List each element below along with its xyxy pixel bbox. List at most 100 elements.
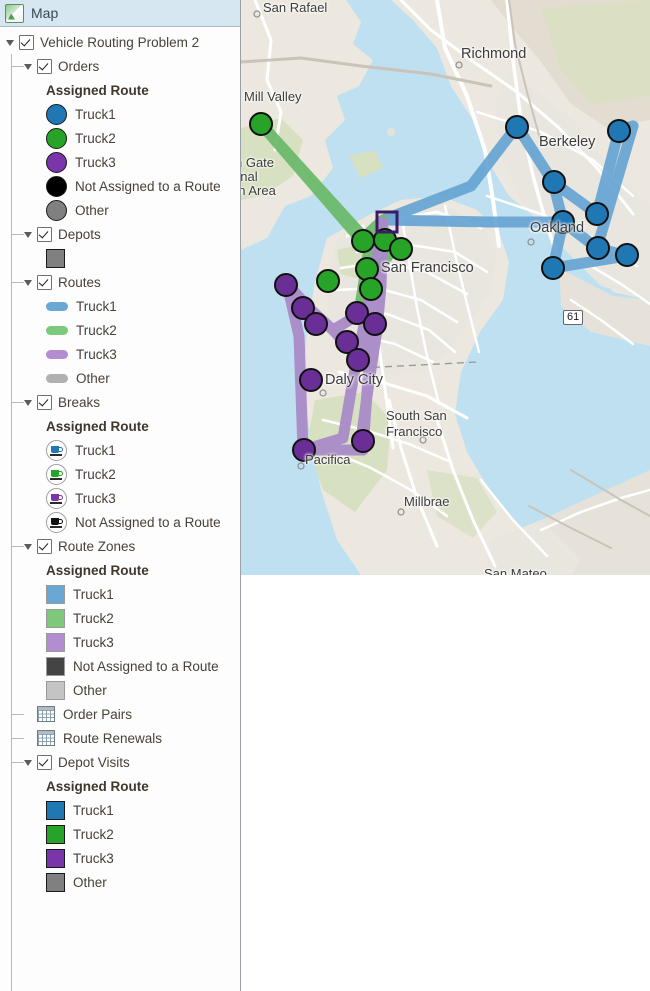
chevron-down-icon[interactable] [24,758,33,767]
route-renewals-label: Route Renewals [63,730,163,746]
depot-visits-group-label: Assigned Route [46,778,149,794]
legend-square-swatch [46,824,65,844]
map-tab[interactable]: Map [0,0,240,27]
orders-group-label: Assigned Route [46,82,149,98]
root-checkbox[interactable] [19,34,34,50]
breaks-legend-item[interactable]: Not Assigned to a Route [0,510,240,534]
tree-item-depot-visits[interactable]: Depot Visits [0,750,240,774]
orders-legend-item[interactable]: Other [0,198,240,222]
route-zones-legend-item[interactable]: Truck2 [0,606,240,630]
tree-item-depots[interactable]: Depots [0,222,240,246]
breaks-legend-item[interactable]: Truck3 [0,486,240,510]
routes-legend-item[interactable]: Truck1 [0,294,240,318]
depots-label: Depots [58,226,101,242]
breaks-legend-item[interactable]: Truck1 [0,438,240,462]
legend-zone-swatch [46,656,65,676]
depot-visits-legend-label: Other [73,874,107,890]
orders-legend-item[interactable]: Truck2 [0,126,240,150]
map-icon [5,3,24,23]
legend-square-swatch [46,248,65,268]
breaks-legend-item[interactable]: Truck2 [0,462,240,486]
breaks-legend-label: Truck1 [75,442,116,458]
tree-item-orders[interactable]: Orders [0,54,240,78]
depot-visits-group-header: Assigned Route [0,774,240,798]
table-icon [37,730,55,746]
depot-visits-checkbox[interactable] [37,754,52,770]
tree-item-breaks[interactable]: Breaks [0,390,240,414]
map-place-label: Oakland [530,220,585,236]
depot-visits-legend-item[interactable]: Truck2 [0,822,240,846]
route-zones-legend-label: Truck1 [73,586,114,602]
orders-legend-label: Not Assigned to a Route [75,178,221,194]
root-label: Vehicle Routing Problem 2 [40,34,200,50]
map-graphics [241,0,650,575]
tree-connector-line [11,282,24,283]
depot-visits-legend-item[interactable]: Other [0,870,240,894]
chevron-down-icon[interactable] [24,278,33,287]
tree-item-route-zones[interactable]: Route Zones [0,534,240,558]
routes-legend-item[interactable]: Truck2 [0,318,240,342]
tree-item-route-renewals[interactable]: Route Renewals [0,726,240,750]
route-zones-legend-label: Not Assigned to a Route [73,658,219,674]
map-place-label: onal [241,169,258,184]
route-zones-group-label: Assigned Route [46,562,149,578]
table-icon [37,706,55,722]
route-zones-group-header: Assigned Route [0,558,240,582]
chevron-down-icon[interactable] [6,38,15,47]
chevron-down-icon[interactable] [24,230,33,239]
orders-legend-item[interactable]: Truck3 [0,150,240,174]
routes-legend-item[interactable]: Other [0,366,240,390]
routes-checkbox[interactable] [37,274,52,290]
legend-circle-swatch [46,151,67,173]
depot-visits-legend-item[interactable]: Truck3 [0,846,240,870]
orders-legend-item[interactable]: Truck1 [0,102,240,126]
breaks-legend-label: Not Assigned to a Route [75,514,221,530]
depots-checkbox[interactable] [37,226,52,242]
map-tab-label: Map [31,5,59,21]
tree-item-order-pairs[interactable]: Order Pairs [0,702,240,726]
depot-visits-legend-item[interactable]: Truck1 [0,798,240,822]
order-pairs-label: Order Pairs [63,706,133,722]
depot-visits-legend-label: Truck2 [73,826,114,842]
routes-legend-item[interactable]: Truck3 [0,342,240,366]
chevron-down-icon[interactable] [24,62,33,71]
map-place-label: n Gate [241,155,275,170]
map-place-label: San Mateo [484,566,547,575]
depots-legend-item[interactable] [0,246,240,270]
orders-legend-item[interactable]: Not Assigned to a Route [0,174,240,198]
legend-zone-swatch [46,632,65,652]
legend-break-swatch [46,439,67,461]
legend-circle-swatch [46,199,67,221]
route-zones-legend-item[interactable]: Truck1 [0,582,240,606]
map-canvas[interactable]: San Rafael Richmond Mill Valley Berkeley n G… [241,0,650,575]
tree-connector-line [11,762,24,763]
map-place-label: Richmond [461,46,527,62]
chevron-down-icon[interactable] [24,542,33,551]
orders-legend-label: Other [75,202,109,218]
routes-legend-label: Truck1 [76,298,117,314]
tree-connector-line [11,714,24,715]
route-zones-legend-item[interactable]: Truck3 [0,630,240,654]
legend-circle-swatch [46,175,67,197]
route-zones-label: Route Zones [58,538,136,554]
breaks-checkbox[interactable] [37,394,52,410]
legend-square-swatch [46,800,65,820]
routes-legend-label: Other [76,370,110,386]
route-zones-legend-label: Truck3 [73,634,114,650]
route-zones-legend-item[interactable]: Other [0,678,240,702]
route-zones-legend-item[interactable]: Not Assigned to a Route [0,654,240,678]
legend-line-swatch [46,349,68,359]
map-place-label: South San [386,408,447,423]
tree-item-routes[interactable]: Routes [0,270,240,294]
orders-legend-label: Truck2 [75,130,116,146]
tree-connector-line [11,402,24,403]
route-zones-checkbox[interactable] [37,538,52,554]
tree-connector-line [11,738,24,739]
breaks-group-label: Assigned Route [46,418,149,434]
map-place-label: Pacifica [305,452,351,467]
contents-panel: Map Vehicle Routing Problem 2 Orders Assig… [0,0,241,991]
chevron-down-icon[interactable] [24,398,33,407]
tree-item-root[interactable]: Vehicle Routing Problem 2 [0,30,240,54]
tree-trunk-line [11,54,12,991]
orders-checkbox[interactable] [37,58,52,74]
